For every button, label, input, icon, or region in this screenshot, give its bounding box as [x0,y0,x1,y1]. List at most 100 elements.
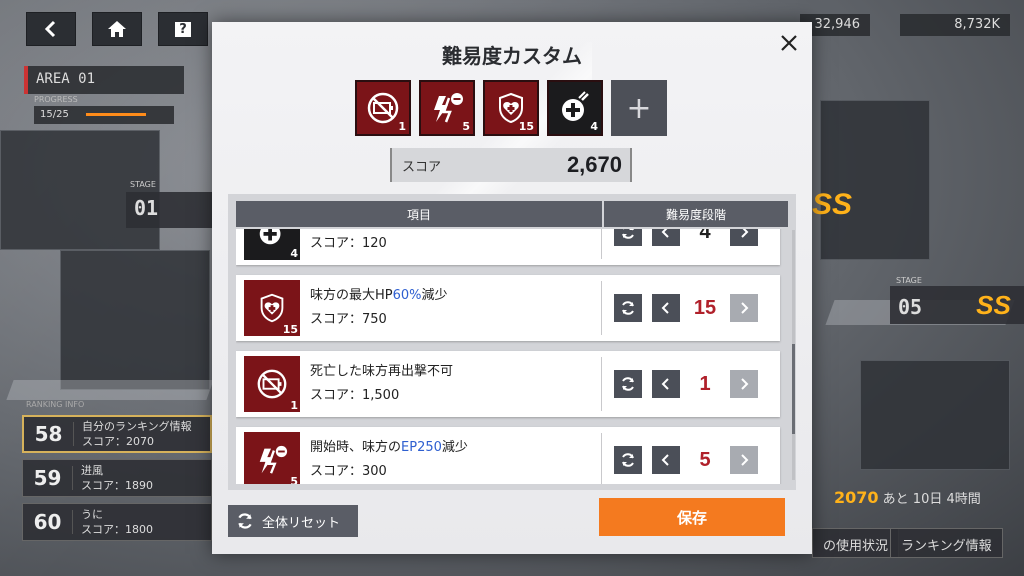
increase-button[interactable] [730,370,758,398]
modifier-row[interactable]: 4 スコア：120 4 [236,229,780,265]
increase-button[interactable] [730,294,758,322]
usage-button[interactable]: の使用状況 [812,528,900,558]
increase-button[interactable] [730,446,758,474]
ranking-info-label: ランキング情報 [901,539,992,554]
column-header-item: 項目 [236,201,602,227]
refresh-icon [622,301,634,315]
modifier-count: 5 [462,120,470,133]
score-value: 2,670 [566,152,622,177]
increase-button[interactable] [730,229,758,246]
row-title-suffix: 減少 [441,440,468,455]
row-icon: 15 [244,280,300,336]
scrollbar-thumb[interactable] [792,344,795,434]
row-count: 15 [282,323,298,336]
row-text: 死亡した味方再出撃不可 スコア：1,500 [310,357,602,411]
active-modifier[interactable]: 1 [355,80,411,136]
modifier-row[interactable]: 15 味方の最大HP60%減少 スコア：750 15 [236,275,780,341]
active-modifier[interactable]: 15 [483,80,539,136]
chevron-left-icon [44,20,56,38]
help-icon: ? [175,21,191,37]
stage-label: STAGE [130,180,156,189]
active-modifiers: 1 5 15 4 + [355,80,667,136]
modifier-count: 15 [518,120,534,133]
row-count: 1 [290,399,298,412]
ranking-info-button[interactable]: ランキング情報 [890,528,1003,558]
row-icon: 1 [244,356,300,412]
chevron-right-icon [741,229,749,238]
row-score: スコア：750 [310,312,387,327]
ranking-name: うに [81,508,103,521]
lightning-minus-icon [259,445,288,474]
row-count: 4 [290,247,298,260]
modifier-table: 項目 難易度段階 4 スコア：120 4 15 味方の最大HP60%減少 スコア… [228,194,796,490]
building-block [860,360,1010,470]
help-button[interactable]: ? [158,12,208,46]
modifier-list[interactable]: 4 スコア：120 4 15 味方の最大HP60%減少 スコア：750 15 1… [236,229,788,484]
home-icon [108,21,126,37]
ranking-row[interactable]: 58 自分のランキング情報 スコア：2070 [22,415,212,453]
chevron-left-icon [661,302,669,314]
stage-05-number: 05 [898,295,923,319]
back-button[interactable] [26,12,76,46]
ranking-rank: 60 [23,510,73,534]
decrease-button[interactable] [652,370,680,398]
active-modifier[interactable]: 5 [419,80,475,136]
reset-row-button[interactable] [614,446,642,474]
active-modifier[interactable]: 4 [547,80,603,136]
decrease-button[interactable] [652,294,680,322]
ranking-header: RANKING INFO [26,400,85,409]
row-score: スコア：300 [310,464,387,479]
event-score: 2070 [834,488,879,507]
event-remaining: あと 10日 4時間 [882,492,981,507]
area-title: AREA 01 [24,66,184,94]
row-title-highlight: 60% [392,288,422,303]
close-icon [781,35,797,51]
ranking-row[interactable]: 60 うにスコア：1800 [22,503,212,541]
chevron-left-icon [661,454,669,466]
row-title: 死亡した味方再出撃不可 [310,364,454,379]
level-value: 4 [699,229,711,243]
currency-2-value: 8,732K [954,17,1000,32]
modifier-row[interactable]: 1 死亡した味方再出撃不可 スコア：1,500 1 [236,351,780,417]
building-block [0,130,160,250]
ranking-row[interactable]: 59 进風 スコア：1890 [22,459,212,497]
add-modifier-button[interactable]: + [611,80,667,136]
row-icon: 4 [244,229,300,260]
reset-row-button[interactable] [614,370,642,398]
home-button[interactable] [92,12,142,46]
save-button[interactable]: 保存 [599,498,785,536]
reset-row-button[interactable] [614,294,642,322]
modifier-count: 4 [590,120,598,133]
progress-bar [86,113,146,116]
chevron-right-icon [741,454,749,466]
heart-shield-icon [260,293,284,323]
stage-01[interactable]: 01 [126,192,216,228]
ranking-score: スコア：2070 [82,435,154,448]
lightning-minus-icon [434,93,463,123]
modifier-row[interactable]: 5 開始時、味方のEP250減少 スコア：300 5 [236,427,780,484]
row-score: スコア：120 [310,236,387,251]
row-count: 5 [290,475,298,484]
chevron-left-icon [661,378,669,390]
close-button[interactable] [776,30,802,56]
decrease-button[interactable] [652,229,680,246]
reset-all-button[interactable]: 全体リセット [228,505,358,537]
stage-label-right: STAGE [896,276,922,285]
stage-05[interactable]: 05 SS [890,286,1024,324]
ranking-panel: RANKING INFO 58 自分のランキング情報 スコア：2070 59 进風… [22,400,212,550]
row-title: 味方の最大HP [310,288,393,303]
stage-rank-left: SS [812,188,853,221]
column-header-level: 難易度段階 [604,201,788,227]
reset-row-button[interactable] [614,229,642,246]
heal-plus-icon [259,229,281,245]
level-value: 15 [693,296,717,319]
currency-2: 8,732K [900,14,1010,36]
chevron-left-icon [661,229,669,238]
ranking-name: 自分のランキング情報 [82,420,192,433]
snow-patch [6,380,214,400]
progress-label: PROGRESS [34,95,78,104]
ranking-score: スコア：1800 [81,523,153,536]
decrease-button[interactable] [652,446,680,474]
level-value: 1 [699,372,711,395]
save-label: 保存 [676,508,707,527]
